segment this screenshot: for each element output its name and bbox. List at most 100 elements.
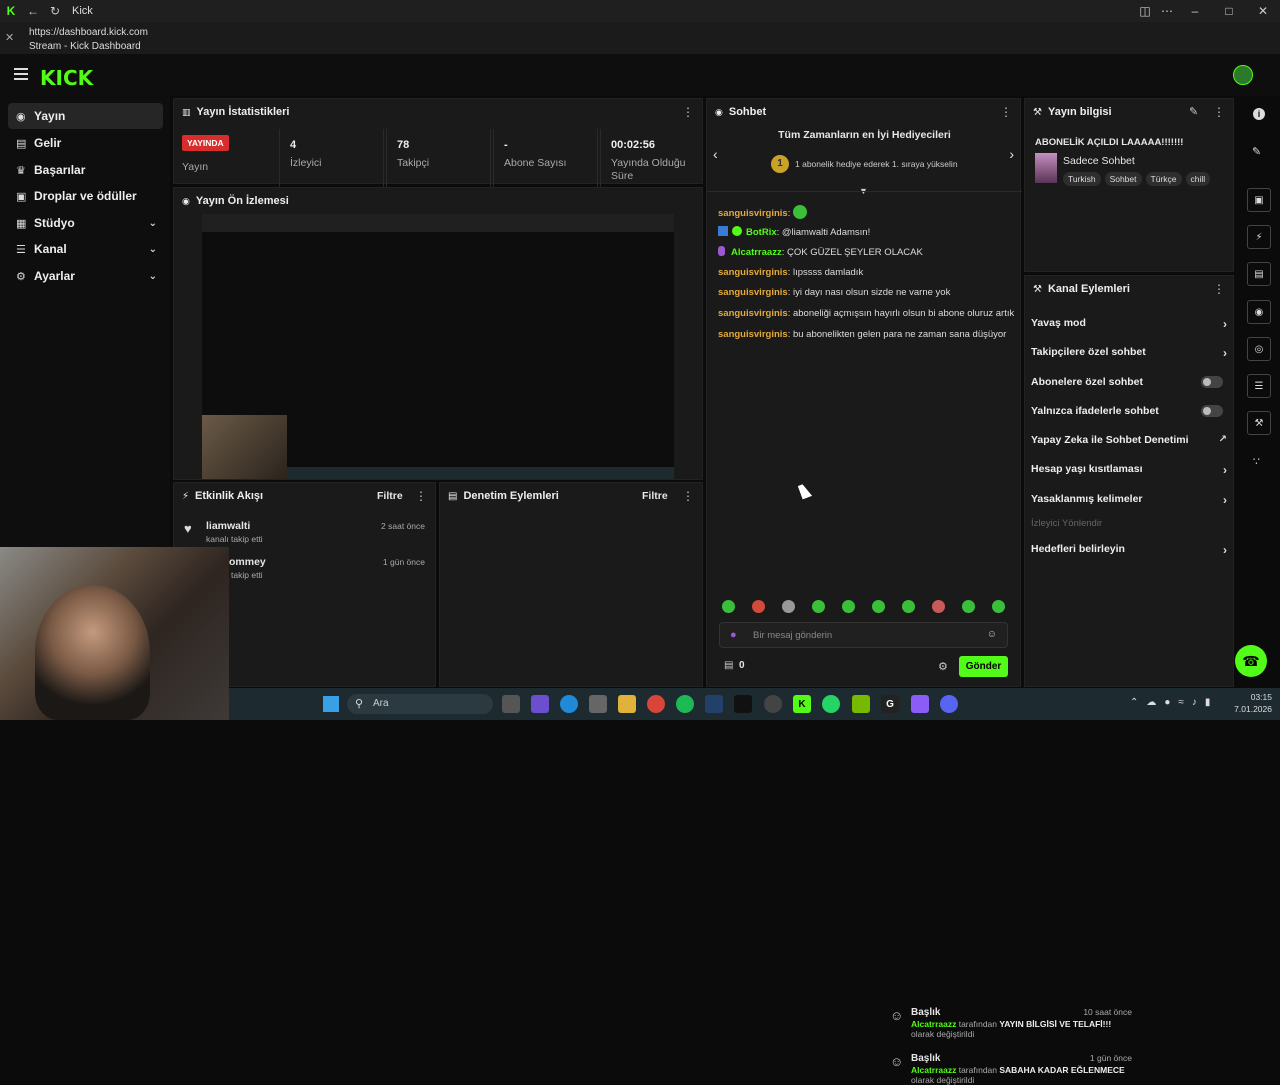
chat-username[interactable]: Alcatrraazz (731, 247, 782, 258)
emote-button[interactable] (962, 600, 975, 613)
bolt-icon[interactable]: ⚡ (1247, 225, 1271, 249)
stream-tag[interactable]: Türkçe (1145, 172, 1182, 186)
sidebar-item[interactable]: ⚙ Ayarlar ⌄ (8, 263, 163, 289)
edit-icon[interactable]: ✎ (1189, 105, 1198, 118)
channel-action-item[interactable]: Yavaş mod › (1031, 317, 1227, 331)
external-link-icon[interactable]: ↗ (1219, 434, 1227, 445)
emote-button[interactable] (842, 600, 855, 613)
emote-button[interactable] (752, 600, 765, 613)
chat-settings-icon[interactable]: ⚙ (938, 660, 948, 673)
emote-button[interactable] (812, 600, 825, 613)
emote-button[interactable] (992, 600, 1005, 613)
chat-username[interactable]: BotRix (746, 227, 777, 238)
avatar[interactable] (1233, 65, 1253, 85)
chat-username[interactable]: sanguisvirginis (718, 267, 788, 278)
chat-username[interactable]: sanguisvirginis (718, 308, 788, 319)
chevron-right-icon[interactable]: › (1009, 146, 1014, 162)
toggle-switch[interactable] (1201, 376, 1223, 388)
wrench-icon[interactable]: ⚒ (1247, 411, 1271, 435)
pencil-icon[interactable]: ✎ (1252, 145, 1261, 158)
mic-icon[interactable]: ● (730, 629, 737, 641)
document-icon[interactable]: ▤ (1247, 262, 1271, 286)
clock-time[interactable]: 03:15 (1232, 692, 1272, 702)
close-icon[interactable]: ✕ (5, 31, 14, 44)
discord-icon[interactable] (940, 695, 958, 713)
chevron-left-icon[interactable]: ‹ (713, 146, 718, 162)
broadcast-icon[interactable]: ◎ (1247, 337, 1271, 361)
chat-username[interactable]: sanguisvirginis (718, 208, 788, 219)
nvidia-icon[interactable] (852, 695, 870, 713)
kick-taskbar-icon[interactable]: K (793, 695, 811, 713)
channel-action-item[interactable]: Abonelere özel sohbet (1031, 376, 1227, 388)
spotify-icon[interactable] (676, 695, 694, 713)
layout-icon[interactable]: ▣ (1247, 188, 1271, 212)
sidebar-item[interactable]: ☰ Kanal ⌄ (8, 236, 163, 262)
tray-icons[interactable]: ⌃☁●≈♪▮ (1130, 697, 1218, 708)
more-options-icon[interactable]: ⋮ (1213, 105, 1225, 119)
steam-icon[interactable] (705, 695, 723, 713)
back-arrow-icon[interactable]: ← (22, 0, 44, 22)
sidebar-item[interactable]: ▣ Droplar ve ödüller (8, 183, 163, 209)
channel-action-item[interactable]: Hesap yaşı kısıtlaması › (1031, 463, 1227, 477)
channel-action-item[interactable]: Yasaklanmış kelimeler › (1031, 493, 1227, 507)
mod-user[interactable]: Alcatrraazz (911, 1065, 956, 1075)
emote-button[interactable] (782, 600, 795, 613)
maximize-button[interactable]: □ (1212, 0, 1246, 22)
activity-user[interactable]: liamwalti (206, 520, 250, 532)
send-button[interactable]: Gönder (959, 656, 1008, 677)
folder-icon[interactable] (618, 695, 636, 713)
filter-button[interactable]: Filtre (377, 490, 403, 502)
sidebar-item[interactable]: ♛ Başarılar (8, 157, 163, 183)
emote-button[interactable] (902, 600, 915, 613)
widgets-icon[interactable] (531, 695, 549, 713)
list-icon[interactable]: ☰ (1247, 374, 1271, 398)
chrome-icon[interactable] (647, 695, 665, 713)
points-icon[interactable]: ▤ (724, 660, 733, 671)
activity-user[interactable]: ommey (229, 556, 266, 568)
stream-preview-video[interactable] (202, 214, 674, 479)
category-name[interactable]: Sadece Sohbet (1063, 155, 1135, 167)
info-icon[interactable]: i (1253, 108, 1265, 120)
chevron-right-icon[interactable]: › (1223, 543, 1227, 557)
whatsapp-icon[interactable] (822, 695, 840, 713)
chevron-down-icon[interactable]: ⌄ (149, 244, 157, 255)
toggle-switch[interactable] (1201, 405, 1223, 417)
url-text[interactable]: https://dashboard.kick.com (29, 27, 148, 38)
kick-logo[interactable]: KICK (40, 66, 93, 90)
chevron-down-icon[interactable]: ⌄ (149, 271, 157, 282)
edge-icon[interactable] (560, 695, 578, 713)
sidebar-item[interactable]: ▤ Gelir (8, 130, 163, 156)
clock-date[interactable]: 7.01.2026 (1222, 704, 1272, 714)
task-view-icon[interactable] (502, 695, 520, 713)
stream-tag[interactable]: Sohbet (1104, 172, 1142, 186)
g-app-icon[interactable]: G (881, 695, 899, 713)
emote-button[interactable] (932, 600, 945, 613)
chat-username[interactable]: sanguisvirginis (718, 287, 788, 298)
chevron-right-icon[interactable]: › (1223, 317, 1227, 331)
hamburger-menu-icon[interactable] (14, 68, 28, 80)
more-options-icon[interactable]: ⋮ (682, 489, 694, 503)
chevron-right-icon[interactable]: › (1223, 463, 1227, 477)
share-icon[interactable]: ∵ (1253, 455, 1260, 468)
more-options-icon[interactable]: ⋮ (415, 489, 427, 503)
channel-action-item[interactable]: Yalnızca ifadelerle sohbet (1031, 405, 1227, 417)
chat-username[interactable]: sanguisvirginis (718, 329, 788, 340)
more-options-icon[interactable]: ⋮ (682, 105, 694, 119)
stream-tag[interactable]: chill (1185, 172, 1211, 186)
channel-action-item[interactable]: Yapay Zeka ile Sohbet Denetimi ↗ (1031, 434, 1227, 446)
taskbar-search[interactable]: ⚲ Ara (347, 694, 493, 714)
stream-tag[interactable]: Turkish (1063, 172, 1101, 186)
capcut-icon[interactable] (734, 695, 752, 713)
extensions-icon[interactable]: ◫ (1134, 0, 1156, 22)
channel-action-item[interactable]: Hedefleri belirleyin › (1031, 543, 1227, 557)
obs-icon[interactable] (764, 695, 782, 713)
chevron-down-icon[interactable]: ⌄ (149, 218, 157, 229)
windows-start-icon[interactable] (323, 696, 339, 712)
emoji-icon[interactable]: ☺ (987, 629, 997, 640)
vs-icon[interactable] (911, 695, 929, 713)
more-options-icon[interactable]: ⋮ (1213, 282, 1225, 296)
channel-action-item[interactable]: Takipçilere özel sohbet › (1031, 346, 1227, 360)
chevron-right-icon[interactable]: › (1223, 493, 1227, 507)
chat-icon[interactable]: ◉ (1247, 300, 1271, 324)
chat-input[interactable]: ● Bir mesaj gönderin ☺ (719, 622, 1008, 648)
